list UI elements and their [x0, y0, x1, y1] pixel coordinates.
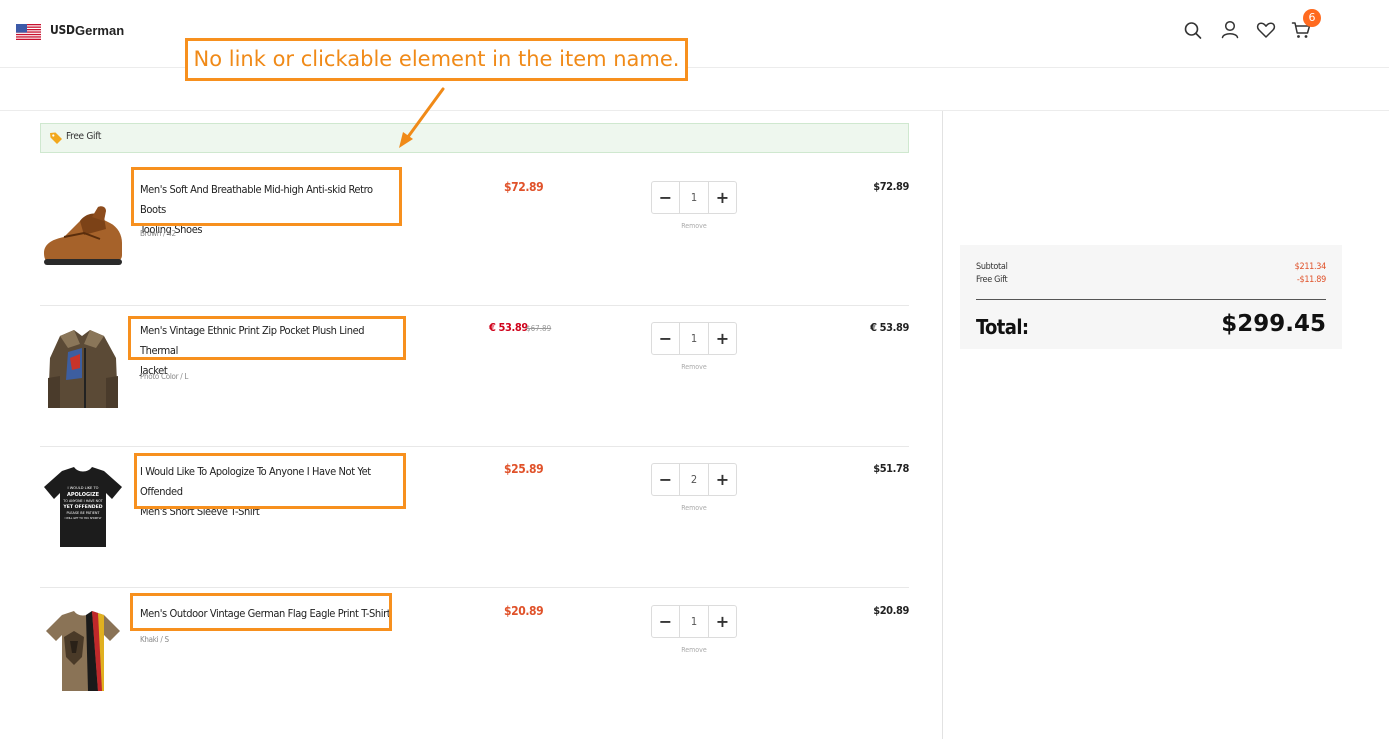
quantity-stepper: − 1 +: [651, 181, 737, 214]
item-price: $72.89: [504, 180, 544, 194]
shirt-print-text: APOLOGIZE: [67, 492, 100, 498]
free-gift-summary-value: -$11.89: [1296, 275, 1326, 285]
language-selector[interactable]: German: [75, 23, 124, 38]
decrease-quantity-button[interactable]: −: [652, 323, 680, 354]
total-label: Total:: [976, 315, 1029, 339]
shirt-print-text: PLEASE BE PATIENT: [66, 511, 100, 515]
item-line-total: $20.89: [873, 604, 909, 617]
summary-divider: [976, 299, 1326, 300]
annotation-arrow-icon: [399, 87, 445, 148]
quantity-value[interactable]: 1: [680, 323, 708, 354]
heart-icon[interactable]: [1255, 19, 1277, 41]
item-sale-price: € 53.89: [489, 321, 528, 334]
decrease-quantity-button[interactable]: −: [652, 182, 680, 213]
shirt-print-text: YET OFFENDED: [62, 504, 102, 510]
boot-image[interactable]: [40, 177, 125, 272]
tshirt-eagle-image[interactable]: [40, 601, 125, 696]
total-value: $299.45: [1221, 311, 1326, 337]
tag-icon: [50, 132, 62, 144]
subtotal-value: $211.34: [1294, 262, 1327, 272]
item-original-price: $67.89: [526, 324, 552, 333]
quantity-value[interactable]: 2: [680, 464, 708, 495]
shirt-print-text: I WILL GET TO YOU SHORTLY: [65, 516, 102, 520]
increase-quantity-button[interactable]: +: [708, 606, 736, 637]
remove-item-link[interactable]: Remove: [651, 504, 737, 512]
user-icon[interactable]: [1219, 19, 1241, 41]
free-gift-label: Free Gift: [66, 131, 102, 142]
decrease-quantity-button[interactable]: −: [652, 464, 680, 495]
quantity-stepper: − 2 +: [651, 463, 737, 496]
item-price: $25.89: [504, 462, 544, 476]
item-variant: Brown / 42: [140, 229, 176, 238]
annotation-callout-text: No link or clickable element in the item…: [193, 47, 680, 71]
increase-quantity-button[interactable]: +: [708, 323, 736, 354]
currency-selector[interactable]: USD: [50, 23, 75, 37]
remove-item-link[interactable]: Remove: [651, 646, 737, 654]
quantity-stepper: − 1 +: [651, 605, 737, 638]
free-gift-bar: Free Gift: [40, 123, 909, 153]
item-line-total: $72.89: [873, 180, 909, 193]
decrease-quantity-button[interactable]: −: [652, 606, 680, 637]
item-price: $20.89: [504, 604, 544, 618]
subtotal-label: Subtotal: [976, 262, 1008, 272]
column-divider: [942, 111, 943, 739]
free-gift-summary-label: Free Gift: [976, 275, 1008, 285]
remove-item-link[interactable]: Remove: [651, 222, 737, 230]
shirt-print-text: TO ANYONE I HAVE NOT: [62, 499, 103, 503]
item-variant: Photo Color / L: [140, 372, 189, 381]
item-name-highlight-box: [128, 316, 406, 360]
quantity-value[interactable]: 1: [680, 182, 708, 213]
increase-quantity-button[interactable]: +: [708, 464, 736, 495]
annotation-callout: No link or clickable element in the item…: [185, 38, 688, 81]
increase-quantity-button[interactable]: +: [708, 182, 736, 213]
remove-item-link[interactable]: Remove: [651, 363, 737, 371]
item-name-highlight-box: [131, 167, 402, 226]
tshirt-black-image[interactable]: I WOULD LIKE TO APOLOGIZE TO ANYONE I HA…: [40, 459, 125, 554]
item-variant: Khaki / S: [140, 635, 169, 644]
cart-count-badge: 6: [1303, 9, 1321, 27]
jacket-image[interactable]: [40, 318, 125, 413]
order-summary: Subtotal $211.34 Free Gift -$11.89 Total…: [960, 245, 1342, 349]
us-flag-icon[interactable]: [16, 24, 41, 40]
shirt-print-text: I WOULD LIKE TO: [68, 486, 99, 490]
item-line-total: $51.78: [873, 462, 909, 475]
quantity-value[interactable]: 1: [680, 606, 708, 637]
search-icon[interactable]: [1182, 19, 1204, 41]
item-name-highlight-box: [134, 453, 406, 509]
item-line-total: € 53.89: [870, 321, 909, 334]
quantity-stepper: − 1 +: [651, 322, 737, 355]
item-name-highlight-box: [130, 593, 392, 631]
